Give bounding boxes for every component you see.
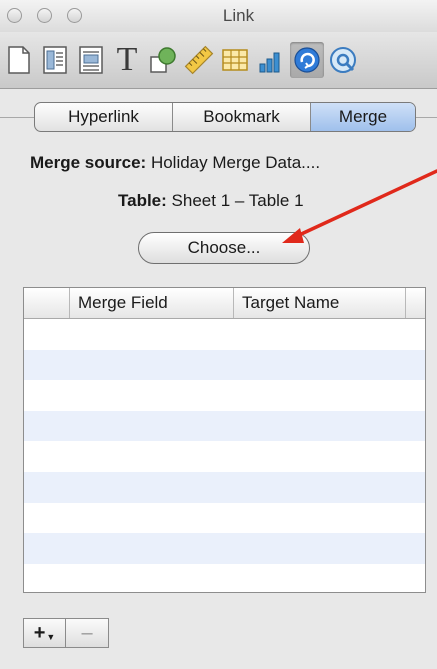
text-icon: T (116, 41, 138, 78)
tab-merge[interactable]: Merge (311, 103, 415, 131)
chevron-down-icon: ▼ (46, 632, 56, 642)
text-inspector-button[interactable]: T (110, 42, 144, 78)
metrics-inspector-button[interactable] (182, 42, 216, 78)
layout-inspector-button[interactable] (38, 42, 72, 78)
merge-source-row: Merge source: Holiday Merge Data.... (30, 153, 320, 173)
table-info-row: Table: Sheet 1 – Table 1 (118, 191, 304, 211)
table-row[interactable] (24, 410, 425, 442)
merge-source-label: Merge source: (30, 153, 147, 172)
link-type-segmented-control: Hyperlink Bookmark Merge (34, 102, 416, 132)
link-inspector-window: Link T Hyperlink Bookmark Merge Merge so… (0, 0, 437, 669)
table-row[interactable] (24, 441, 425, 472)
table-row[interactable] (24, 503, 425, 534)
remove-field-button[interactable]: – (66, 618, 109, 648)
table-row[interactable] (24, 319, 425, 350)
add-remove-bar: + ▼ – (23, 618, 109, 648)
document-icon (8, 46, 30, 74)
quicktime-inspector-button[interactable] (326, 42, 360, 78)
window-title: Link (222, 6, 255, 25)
merge-source-value: Holiday Merge Data.... (150, 153, 321, 172)
inspector-toolbar: T (0, 32, 437, 89)
link-inspector-button[interactable] (290, 42, 324, 78)
table-row[interactable] (24, 349, 425, 381)
graphic-inspector-button[interactable] (146, 42, 180, 78)
title-bar: Link (0, 0, 437, 32)
table-header: Merge Field Target Name (24, 288, 425, 319)
ruler-icon (184, 45, 214, 75)
tab-hyperlink[interactable]: Hyperlink (35, 103, 173, 131)
choose-button[interactable]: Choose... (138, 232, 310, 264)
quicktime-icon (330, 47, 356, 73)
chart-icon (259, 52, 280, 73)
table-inspector-button[interactable] (218, 42, 252, 78)
wrap-icon (79, 46, 103, 74)
graphic-icon (150, 47, 176, 73)
plus-icon: + (33, 621, 46, 644)
tab-bookmark[interactable]: Bookmark (173, 103, 311, 131)
table-row[interactable] (24, 564, 425, 592)
column-header-checkbox[interactable] (24, 288, 70, 318)
merge-fields-table[interactable]: Merge Field Target Name (23, 287, 426, 593)
table-row[interactable] (24, 472, 425, 503)
add-field-button[interactable]: + ▼ (23, 618, 66, 648)
document-inspector-button[interactable] (2, 42, 36, 78)
table-row[interactable] (24, 533, 425, 564)
column-header-target-name[interactable]: Target Name (234, 288, 406, 318)
layout-icon (43, 46, 67, 74)
column-header-corner (406, 288, 425, 318)
column-header-merge-field[interactable]: Merge Field (70, 288, 234, 318)
table-label: Table: (118, 191, 167, 210)
wrap-inspector-button[interactable] (74, 42, 108, 78)
chart-inspector-button[interactable] (254, 42, 288, 78)
table-value: Sheet 1 – Table 1 (171, 191, 304, 210)
table-icon (222, 49, 248, 71)
table-row[interactable] (24, 380, 425, 411)
link-icon (294, 47, 320, 73)
